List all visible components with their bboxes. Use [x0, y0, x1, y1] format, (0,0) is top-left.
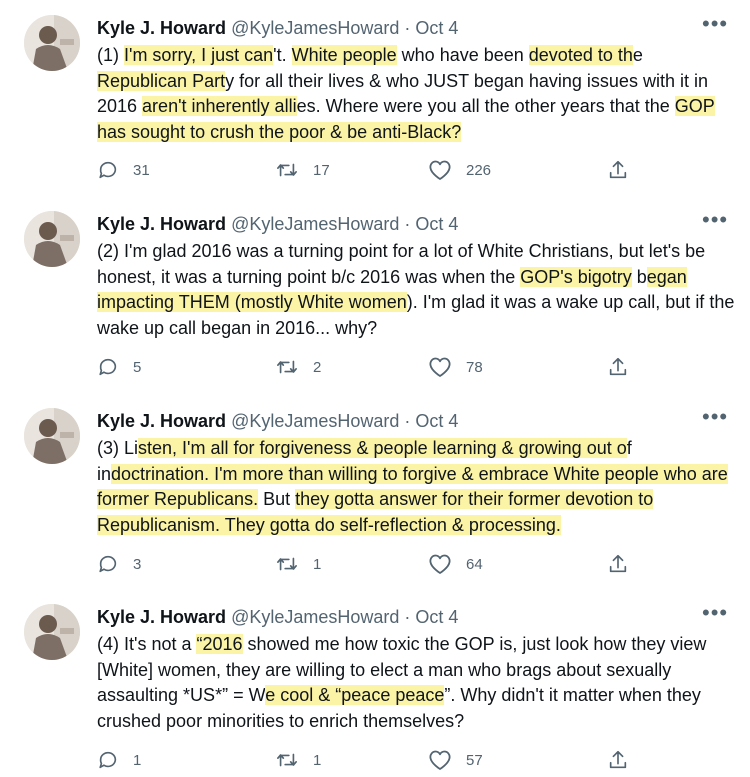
share-button[interactable] [607, 157, 629, 183]
heart-icon [428, 553, 452, 575]
tweet-header: Kyle J. Howard @KyleJamesHoward · Oct 4 [97, 211, 458, 237]
tweet-text-segment: who have been [396, 45, 529, 65]
separator: · [404, 214, 411, 234]
reply-count: 1 [133, 751, 142, 769]
more-icon[interactable]: ••• [702, 602, 728, 630]
tweet-text: (3) Listen, I'm all for forgiveness & pe… [97, 436, 737, 538]
avatar[interactable] [24, 15, 80, 71]
share-button[interactable] [607, 354, 629, 380]
tweet-date[interactable]: Oct 4 [415, 18, 458, 38]
heart-icon [428, 749, 452, 771]
highlighted-text: White people [291, 45, 397, 65]
retweet-icon [275, 749, 299, 771]
tweet-text-segment: (4) It's not a [97, 634, 197, 654]
more-icon[interactable]: ••• [702, 406, 728, 434]
retweet-count: 1 [313, 555, 322, 573]
retweet-icon [275, 159, 299, 181]
tweet-header: Kyle J. Howard @KyleJamesHoward · Oct 4 [97, 15, 458, 41]
author-name[interactable]: Kyle J. Howard [97, 411, 226, 431]
retweet-count: 2 [313, 358, 322, 376]
tweet-text-segment: (1) [97, 45, 124, 65]
more-icon[interactable]: ••• [702, 13, 728, 41]
author-name[interactable]: Kyle J. Howard [97, 607, 226, 627]
reply-button[interactable]: 3 [97, 551, 141, 577]
like-count: 226 [466, 161, 492, 179]
share-button[interactable] [607, 747, 629, 773]
separator: · [404, 411, 411, 431]
reply-icon [97, 553, 119, 575]
retweet-count: 17 [313, 161, 330, 179]
tweet[interactable]: Kyle J. Howard @KyleJamesHoward · Oct 4 … [0, 13, 750, 190]
reply-button[interactable]: 31 [97, 157, 150, 183]
share-icon [607, 553, 629, 575]
highlighted-text: sten, I'm all for forgiveness & people l… [138, 438, 627, 458]
reply-button[interactable]: 1 [97, 747, 141, 773]
highlighted-text: GOP's bigotry [520, 266, 632, 287]
avatar[interactable] [24, 604, 80, 660]
tweet-text: (4) It's not a “2016 showed me how toxic… [97, 632, 737, 734]
share-icon [607, 749, 629, 771]
highlighted-text: e cool & “peace peace [265, 685, 445, 705]
reply-icon [97, 749, 119, 771]
author-handle[interactable]: @KyleJamesHoward [231, 411, 399, 431]
author-handle[interactable]: @KyleJamesHoward [231, 607, 399, 627]
reply-icon [97, 159, 119, 181]
like-count: 78 [466, 358, 483, 376]
highlighted-text: devoted to th [528, 45, 633, 65]
tweet-text: (1) I'm sorry, I just can't. White peopl… [97, 43, 737, 145]
tweet-date[interactable]: Oct 4 [415, 214, 458, 234]
highlighted-text: aren't inherently alli [142, 96, 297, 116]
highlighted-text: Republican Part [97, 70, 226, 91]
retweet-count: 1 [313, 751, 322, 769]
like-count: 64 [466, 555, 483, 573]
author-name[interactable]: Kyle J. Howard [97, 18, 226, 38]
heart-icon [428, 159, 452, 181]
author-handle[interactable]: @KyleJamesHoward [231, 214, 399, 234]
tweet-header: Kyle J. Howard @KyleJamesHoward · Oct 4 [97, 408, 458, 434]
tweet-text-segment: e [632, 45, 643, 65]
highlighted-text: “2016 [196, 634, 243, 654]
tweet-text-segment: b [631, 266, 647, 287]
like-button[interactable]: 78 [428, 354, 483, 380]
retweet-icon [275, 553, 299, 575]
share-button[interactable] [607, 551, 629, 577]
tweet[interactable]: Kyle J. Howard @KyleJamesHoward · Oct 4 … [0, 602, 750, 777]
retweet-button[interactable]: 1 [275, 747, 321, 773]
like-button[interactable]: 226 [428, 157, 491, 183]
like-button[interactable]: 64 [428, 551, 483, 577]
separator: · [404, 607, 411, 627]
tweet-text-segment: es. Where were you all the other years t… [296, 96, 675, 116]
retweet-icon [275, 356, 299, 378]
retweet-button[interactable]: 2 [275, 354, 321, 380]
reply-icon [97, 356, 119, 378]
tweet-text-segment: 't. [273, 45, 292, 65]
like-button[interactable]: 57 [428, 747, 483, 773]
more-icon[interactable]: ••• [702, 209, 728, 237]
share-icon [607, 159, 629, 181]
reply-count: 3 [133, 555, 142, 573]
heart-icon [428, 356, 452, 378]
highlighted-text: I'm sorry, I just can [124, 45, 274, 65]
share-icon [607, 356, 629, 378]
tweet-header: Kyle J. Howard @KyleJamesHoward · Oct 4 [97, 604, 458, 630]
tweet-date[interactable]: Oct 4 [415, 411, 458, 431]
avatar[interactable] [24, 211, 80, 267]
separator: · [404, 18, 411, 38]
reply-count: 5 [133, 358, 142, 376]
tweet-text: (2) I'm glad 2016 was a turning point fo… [97, 239, 737, 341]
tweet[interactable]: Kyle J. Howard @KyleJamesHoward · Oct 4 … [0, 406, 750, 583]
author-handle[interactable]: @KyleJamesHoward [231, 18, 399, 38]
tweet[interactable]: Kyle J. Howard @KyleJamesHoward · Oct 4 … [0, 209, 750, 386]
avatar[interactable] [24, 408, 80, 464]
like-count: 57 [466, 751, 483, 769]
reply-count: 31 [133, 161, 150, 179]
reply-button[interactable]: 5 [97, 354, 141, 380]
retweet-button[interactable]: 1 [275, 551, 321, 577]
tweet-text-segment: But [258, 489, 296, 509]
tweet-date[interactable]: Oct 4 [415, 607, 458, 627]
retweet-button[interactable]: 17 [275, 157, 330, 183]
tweet-text-segment: (3) Li [97, 438, 139, 458]
author-name[interactable]: Kyle J. Howard [97, 214, 226, 234]
